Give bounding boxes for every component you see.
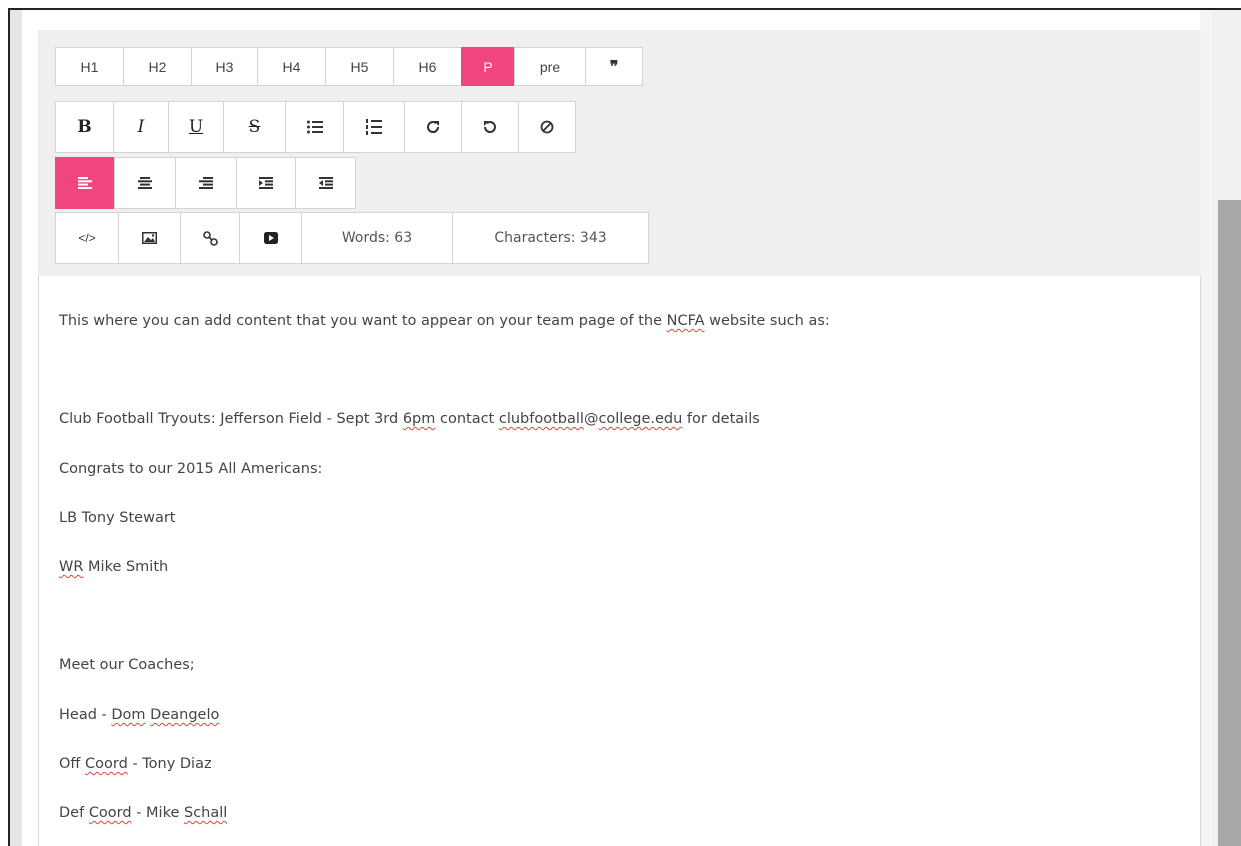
- align-center-button[interactable]: [114, 157, 176, 209]
- align-right-button[interactable]: [175, 157, 237, 209]
- link-button[interactable]: [180, 212, 240, 264]
- misspelled-word: 6pm: [402, 411, 436, 427]
- misspelled-word: college.edu: [598, 411, 683, 427]
- text-segment: Head -: [59, 707, 112, 723]
- editor-line[interactable]: Meet our Coaches;: [59, 657, 195, 673]
- numbered-list-icon: [366, 119, 382, 135]
- toolbar-row-insert: </> Words: 63 Characters: 343: [55, 212, 649, 264]
- app-frame: H1 H2 H3 H4 H5 H6 P pre ❞ B I U S </> Wo…: [0, 0, 1241, 846]
- text-segment: contact: [435, 411, 499, 427]
- text-segment: Mike Smith: [83, 559, 169, 575]
- editor-line[interactable]: LB Tony Stewart: [59, 510, 175, 526]
- text-segment: LB Tony Stewart: [59, 510, 176, 526]
- misspelled-word: clubfootball: [498, 411, 584, 427]
- text-segment: - Tony Diaz: [127, 756, 212, 772]
- numbered-list-button[interactable]: [343, 101, 405, 153]
- paragraph-button[interactable]: P: [461, 47, 515, 86]
- h5-button[interactable]: H5: [325, 47, 394, 86]
- editor-content[interactable]: This where you can add content that you …: [38, 276, 1201, 846]
- h2-button[interactable]: H2: [123, 47, 192, 86]
- editor-line[interactable]: WR Mike Smith: [59, 559, 168, 575]
- link-icon: [202, 230, 218, 246]
- word-count: Words: 63: [301, 212, 453, 264]
- editor-toolbar: H1 H2 H3 H4 H5 H6 P pre ❞ B I U S </> Wo…: [38, 30, 1201, 277]
- underline-icon: U: [188, 117, 204, 137]
- left-gutter: [10, 10, 22, 846]
- h1-button[interactable]: H1: [55, 47, 124, 86]
- strikethrough-icon: S: [248, 117, 261, 137]
- italic-icon: I: [137, 117, 145, 137]
- scrollbar-thumb[interactable]: [1218, 200, 1241, 846]
- clear-format-button[interactable]: [518, 101, 576, 153]
- text-segment: Meet our Coaches;: [59, 657, 195, 673]
- toolbar-row-format: B I U S: [55, 101, 576, 153]
- misspelled-word: WR: [59, 559, 84, 575]
- blockquote-icon: ❞: [609, 58, 619, 76]
- undo-icon: [483, 121, 496, 133]
- bold-icon: B: [77, 117, 92, 137]
- misspelled-word: Schall: [184, 805, 228, 821]
- image-icon: [142, 232, 157, 244]
- misspelled-word: Dom: [111, 707, 146, 723]
- indent-button[interactable]: [236, 157, 296, 209]
- editor-line[interactable]: Head - Dom Deangelo: [59, 707, 219, 723]
- toolbar-row-headings: H1 H2 H3 H4 H5 H6 P pre ❞: [55, 47, 643, 86]
- bullet-list-button[interactable]: [285, 101, 344, 153]
- code-icon: </>: [78, 231, 96, 245]
- text-segment: website such as:: [704, 313, 830, 329]
- editor-line[interactable]: Def Coord - Mike Schall: [59, 805, 227, 821]
- editor-line[interactable]: Off Coord - Tony Diaz: [59, 756, 212, 772]
- text-segment: Def: [59, 805, 89, 821]
- text-segment: Congrats to our 2015 All Americans:: [59, 461, 323, 477]
- misspelled-word: Coord: [85, 756, 128, 772]
- text-segment: for details: [682, 411, 760, 427]
- h6-button[interactable]: H6: [393, 47, 462, 86]
- undo-button[interactable]: [461, 101, 519, 153]
- toolbar-row-align: [55, 157, 356, 209]
- blockquote-button[interactable]: ❞: [585, 47, 643, 86]
- code-button[interactable]: </>: [55, 212, 119, 264]
- editor-line[interactable]: Congrats to our 2015 All Americans:: [59, 461, 322, 477]
- video-button[interactable]: [239, 212, 302, 264]
- clear-format-icon: [540, 120, 554, 134]
- h3-button[interactable]: H3: [191, 47, 258, 86]
- text-segment: Club Football Tryouts: Jefferson Field -…: [59, 411, 403, 427]
- misspelled-word: NCFA: [666, 313, 705, 329]
- bold-button[interactable]: B: [55, 101, 114, 153]
- character-count: Characters: 343: [452, 212, 649, 264]
- align-right-icon: [199, 177, 213, 189]
- redo-button[interactable]: [404, 101, 462, 153]
- text-segment: This where you can add content that you …: [59, 313, 667, 329]
- redo-icon: [427, 121, 440, 133]
- indent-icon: [259, 177, 273, 189]
- editor-line[interactable]: This where you can add content that you …: [59, 313, 830, 329]
- image-button[interactable]: [118, 212, 181, 264]
- align-left-icon: [78, 177, 92, 189]
- panel-top: [22, 10, 1212, 30]
- outdent-button[interactable]: [295, 157, 356, 209]
- bullet-list-icon: [306, 120, 323, 134]
- pre-button[interactable]: pre: [514, 47, 586, 86]
- right-gutter: [1200, 10, 1212, 846]
- italic-button[interactable]: I: [113, 101, 169, 153]
- underline-button[interactable]: U: [168, 101, 224, 153]
- misspelled-word: Coord: [88, 805, 132, 821]
- editor-line[interactable]: Club Football Tryouts: Jefferson Field -…: [59, 411, 760, 427]
- align-left-button[interactable]: [55, 157, 115, 209]
- text-segment: @: [583, 411, 599, 427]
- text-segment: Off: [59, 756, 86, 772]
- outdent-icon: [318, 177, 333, 189]
- text-segment: - Mike: [131, 805, 184, 821]
- align-center-icon: [138, 177, 152, 189]
- h4-button[interactable]: H4: [257, 47, 326, 86]
- strikethrough-button[interactable]: S: [223, 101, 286, 153]
- video-icon: [263, 232, 278, 244]
- misspelled-word: Deangelo: [150, 707, 220, 723]
